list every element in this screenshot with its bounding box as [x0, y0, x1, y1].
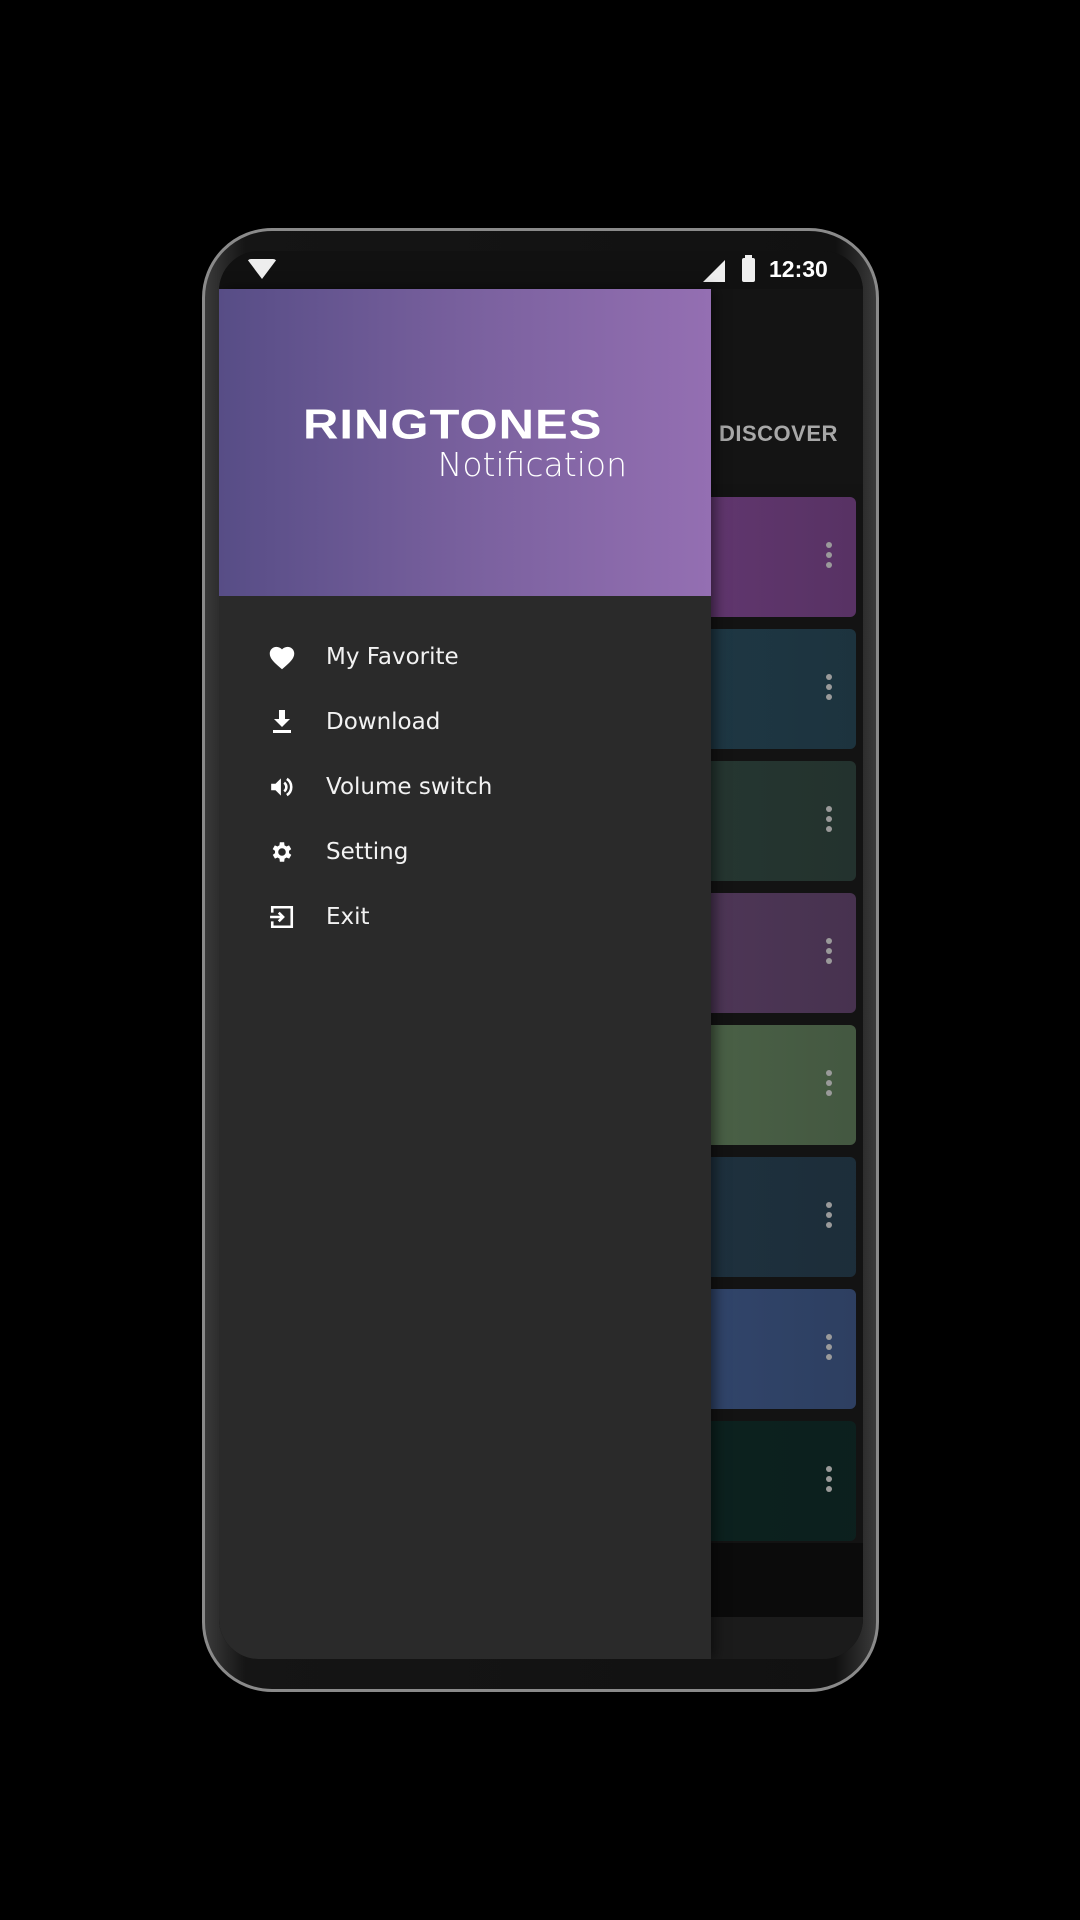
battery-icon — [742, 255, 755, 282]
wifi-icon — [247, 259, 277, 279]
more-options-icon[interactable] — [826, 1334, 832, 1364]
menu-item-label: My Favorite — [326, 643, 459, 670]
more-options-icon[interactable] — [826, 938, 832, 968]
menu-item-download[interactable]: Download — [219, 689, 711, 754]
more-options-icon[interactable] — [826, 1202, 832, 1232]
logo-subtitle: Notification — [437, 445, 627, 484]
more-options-icon[interactable] — [826, 1466, 832, 1496]
exit-icon — [267, 902, 297, 932]
download-icon — [267, 707, 297, 737]
more-options-icon[interactable] — [826, 674, 832, 704]
menu-item-setting[interactable]: Setting — [219, 819, 711, 884]
menu-item-exit[interactable]: Exit — [219, 884, 711, 949]
more-options-icon[interactable] — [826, 806, 832, 836]
menu-item-label: Download — [326, 708, 441, 735]
navigation-drawer: RINGTONES Notification My Favorite Downl… — [219, 289, 711, 1659]
menu-item-my-favorite[interactable]: My Favorite — [219, 624, 711, 689]
screen: 12:30 DISCOVER RINGTONES Notification My… — [219, 251, 863, 1659]
more-options-icon[interactable] — [826, 1070, 832, 1100]
drawer-menu: My Favorite Download Volume switch Setti… — [219, 624, 711, 949]
tab-discover[interactable]: DISCOVER — [719, 421, 838, 447]
menu-item-volume-switch[interactable]: Volume switch — [219, 754, 711, 819]
status-bar: 12:30 — [219, 251, 863, 289]
drawer-header: RINGTONES Notification — [219, 289, 711, 596]
menu-item-label: Exit — [326, 903, 370, 930]
heart-icon — [267, 642, 297, 672]
menu-item-label: Volume switch — [326, 773, 493, 800]
menu-item-label: Setting — [326, 838, 409, 865]
status-time: 12:30 — [769, 256, 828, 282]
more-options-icon[interactable] — [826, 542, 832, 572]
logo-title: RINGTONES — [303, 401, 603, 448]
cell-signal-icon — [703, 260, 725, 282]
volume-icon — [267, 772, 297, 802]
gear-icon — [267, 837, 297, 867]
